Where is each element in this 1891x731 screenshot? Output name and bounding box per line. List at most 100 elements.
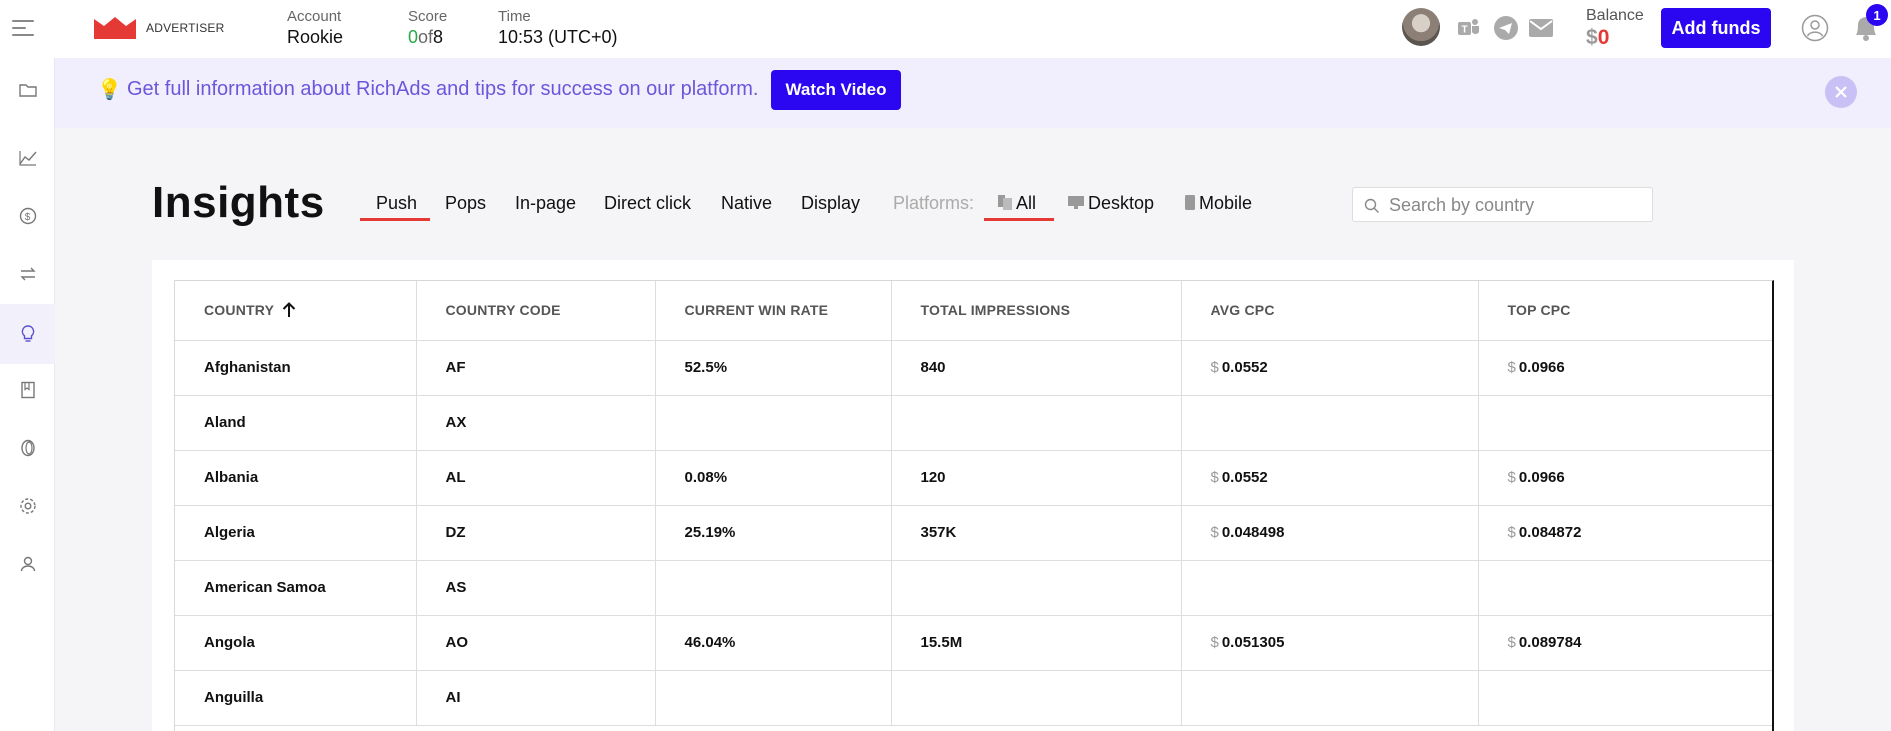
avg-cpc-cell-value: 0.051305 [1221,634,1285,651]
top-cpc-cell [1478,670,1772,726]
score-value: 0of8 [408,25,447,49]
column-header-label: COUNTRY [204,302,275,319]
country-code-cell-value: DZ [445,524,466,541]
sidebar-item-statistics[interactable] [0,128,55,188]
notifications-button[interactable]: 1 [1851,4,1888,44]
account-block: Account Rookie [287,8,343,49]
currency-sign: $ [1507,469,1516,486]
column-header-avg-cpc[interactable]: AVG CPC [1181,281,1479,341]
top-cpc-cell-value: 0.0966 [1518,359,1565,376]
avg-cpc-cell: $0.0552 [1181,450,1479,506]
country-code-cell: AI [416,670,656,726]
top-cpc-cell-value: 0.0966 [1518,469,1565,486]
table-header-row: COUNTRY COUNTRY CODE CURRENT WIN RATE TO… [175,281,1772,341]
crown-logo-icon[interactable] [94,17,136,39]
balance-value: $0 [1586,26,1609,50]
manager-avatar[interactable] [1402,8,1440,46]
impressions-cell: 120 [891,450,1182,506]
sidebar-item-campaigns[interactable] [0,60,55,120]
watch-video-button[interactable]: Watch Video [771,70,901,110]
avg-cpc-cell-value: 0.0552 [1221,469,1268,486]
top-cpc-cell: $0.0966 [1478,450,1772,506]
tab-direct-click[interactable]: Direct click [604,193,691,214]
country-cell: American Samoa [175,560,417,616]
sidebar: $ [0,58,55,731]
svg-text:T: T [1462,25,1468,36]
tab-in-page[interactable]: In-page [515,193,576,214]
teams-icon[interactable]: T [1456,15,1482,41]
platform-all-label: All [1016,193,1037,213]
top-header: ADVERTISER Account Rookie Score 0of8 Tim… [0,0,1891,58]
column-header-country[interactable]: COUNTRY [175,281,417,341]
time-value: 10:53 (UTC+0) [498,27,618,47]
currency-sign: $ [1507,359,1516,376]
sidebar-item-insights[interactable] [0,304,55,364]
table-row: Angola AO 46.04% 15.5M $0.051305 $0.089784 [175,615,1772,671]
column-header-country-code[interactable]: COUNTRY CODE [416,281,656,341]
sidebar-item-api[interactable] [0,418,55,478]
sidebar-item-transactions[interactable] [0,244,55,304]
sort-ascending-icon[interactable] [282,302,296,318]
close-banner-button[interactable] [1825,76,1857,108]
platform-mobile[interactable]: Mobile [1185,193,1252,214]
win-rate-cell: 46.04% [655,615,892,671]
country-cell-value: Aland [204,414,246,431]
insights-table: COUNTRY COUNTRY CODE CURRENT WIN RATE TO… [174,280,1774,731]
column-header-top-cpc[interactable]: TOP CPC [1478,281,1772,341]
svg-text:$: $ [24,212,30,223]
tab-native[interactable]: Native [721,193,772,214]
top-cpc-cell: $0.089784 [1478,615,1772,671]
score-total: 8 [433,27,444,47]
person-icon [20,556,35,572]
country-code-cell: AX [416,395,656,451]
book-icon [20,381,35,399]
add-funds-button[interactable]: Add funds [1661,8,1771,48]
avg-cpc-cell: $0.051305 [1181,615,1479,671]
table-row: Albania AL 0.08% 120 $0.0552 $0.0966 [175,450,1772,506]
coin-icon: $ [19,207,36,225]
column-header-win-rate[interactable]: CURRENT WIN RATE [655,281,892,341]
country-cell: Angola [175,615,417,671]
tab-display[interactable]: Display [801,193,860,214]
win-rate-cell-value: 52.5% [684,359,728,376]
impressions-cell-value: 15.5M [920,634,963,651]
top-cpc-cell-value: 0.084872 [1518,524,1582,541]
country-code-cell-value: AL [445,469,466,486]
impressions-cell: 15.5M [891,615,1182,671]
country-search[interactable] [1352,187,1653,222]
column-header-impressions[interactable]: TOTAL IMPRESSIONS [891,281,1182,341]
impressions-cell-value: 357K [920,524,957,541]
impressions-cell: 840 [891,340,1182,396]
score-label: Score [408,8,448,25]
country-cell-value: Angola [204,634,255,651]
country-cell: Algeria [175,505,417,561]
platforms-label: Platforms: [893,193,975,213]
platform-all[interactable]: All [998,193,1036,214]
search-input[interactable] [1389,194,1644,216]
all-devices-icon [998,195,1012,210]
win-rate-cell: 25.19% [655,505,892,561]
active-platform-indicator [984,218,1054,221]
avg-cpc-cell [1181,560,1479,616]
sidebar-item-settings[interactable] [0,476,55,536]
score-block: Score 0of8 [408,8,447,49]
top-cpc-cell [1478,560,1772,616]
info-banner: 💡 Get full information about RichAds and… [55,58,1891,128]
tab-pops[interactable]: Pops [445,193,486,214]
menu-icon[interactable] [12,18,36,38]
country-code-cell-value: AX [445,414,467,431]
sidebar-item-finance[interactable]: $ [0,186,55,246]
country-code-cell-value: AI [445,689,461,706]
impressions-cell: 357K [891,505,1182,561]
tab-push[interactable]: Push [376,193,417,214]
notification-badge: 1 [1866,4,1888,26]
sidebar-item-profile[interactable] [0,534,55,594]
currency-sign: $ [1210,469,1219,486]
sidebar-item-knowledge-base[interactable] [0,360,55,420]
platform-desktop[interactable]: Desktop [1068,193,1154,214]
telegram-icon[interactable] [1493,15,1519,41]
mail-icon[interactable] [1528,15,1554,41]
win-rate-cell-value: 25.19% [684,524,736,541]
country-code-cell-value: AF [445,359,466,376]
user-icon[interactable] [1801,14,1829,42]
